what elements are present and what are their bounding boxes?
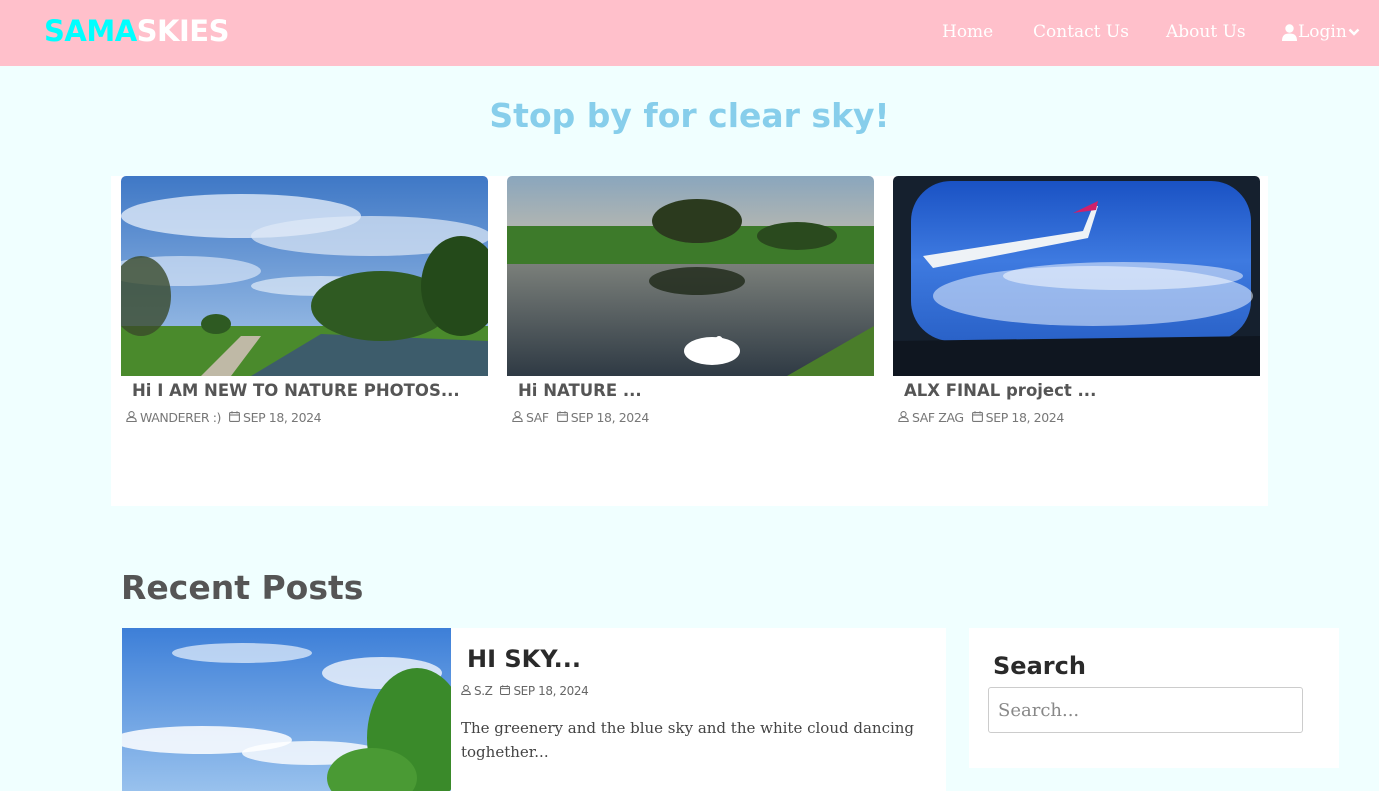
recent-post-image[interactable] (122, 628, 451, 791)
brand-logo[interactable]: SAMASKIES (44, 14, 230, 48)
post-date: SEP 18, 2024 (243, 410, 322, 425)
search-heading: Search (993, 652, 1086, 680)
hero-title: Stop by for clear sky! (489, 96, 890, 135)
nav-about-link[interactable]: About Us (1166, 22, 1246, 42)
featured-card[interactable]: Hi NATURE ... SAF SEP 18, 2024 (507, 176, 874, 506)
featured-posts: Hi I AM NEW TO NATURE PHOTOS... WANDERER… (111, 176, 1268, 506)
recent-post-title[interactable]: HI SKY... (467, 645, 581, 673)
brand-logo-part2: SKIES (136, 14, 230, 48)
user-icon (126, 410, 137, 425)
calendar-icon (229, 410, 240, 425)
calendar-icon (971, 410, 983, 425)
nav-contact-link[interactable]: Contact Us (1033, 22, 1129, 42)
calendar-icon (500, 684, 511, 698)
user-icon (461, 684, 471, 698)
navbar: SAMASKIES Home Contact Us About Us Login (0, 0, 1379, 66)
featured-card[interactable]: ALX FINAL project ... SAF ZAG SEP 18, 20… (893, 176, 1260, 506)
recent-post-card[interactable]: HI SKY... S.Z SEP 18, 2024 The greenery … (122, 628, 946, 791)
calendar-icon (556, 410, 568, 425)
login-label: Login (1298, 22, 1347, 42)
brand-logo-part1: SAMA (44, 14, 137, 48)
user-solid-icon (1282, 23, 1297, 41)
featured-card-image[interactable] (893, 176, 1260, 376)
recent-posts-heading: Recent Posts (121, 568, 364, 607)
featured-card-image[interactable] (121, 176, 488, 376)
user-icon (512, 410, 523, 425)
featured-card-meta: WANDERER :) SEP 18, 2024 (126, 410, 329, 425)
post-date: SEP 18, 2024 (513, 684, 589, 698)
login-dropdown[interactable]: Login (1282, 22, 1360, 42)
chevron-down-icon (1348, 27, 1360, 37)
author-name: SAF ZAG (912, 410, 964, 425)
featured-card-title[interactable]: Hi NATURE ... (518, 381, 642, 400)
author-name: WANDERER :) (140, 410, 222, 425)
featured-card-title[interactable]: ALX FINAL project ... (904, 381, 1096, 400)
author-name: SAF (526, 410, 549, 425)
recent-post-meta: S.Z SEP 18, 2024 (461, 684, 596, 698)
nav-home-link[interactable]: Home (942, 22, 993, 42)
user-icon (898, 410, 909, 425)
recent-post-excerpt: The greenery and the blue sky and the wh… (461, 719, 915, 761)
featured-card-title[interactable]: Hi I AM NEW TO NATURE PHOTOS... (132, 381, 460, 400)
featured-card-meta: SAF ZAG SEP 18, 2024 (898, 410, 1072, 425)
search-widget: Search (969, 628, 1339, 768)
featured-card[interactable]: Hi I AM NEW TO NATURE PHOTOS... WANDERER… (121, 176, 488, 506)
featured-card-meta: SAF SEP 18, 2024 (512, 410, 657, 425)
post-date: SEP 18, 2024 (985, 410, 1065, 425)
post-date: SEP 18, 2024 (570, 410, 650, 425)
author-name: S.Z (474, 684, 493, 698)
search-input[interactable] (988, 687, 1303, 733)
featured-card-image[interactable] (507, 176, 874, 376)
